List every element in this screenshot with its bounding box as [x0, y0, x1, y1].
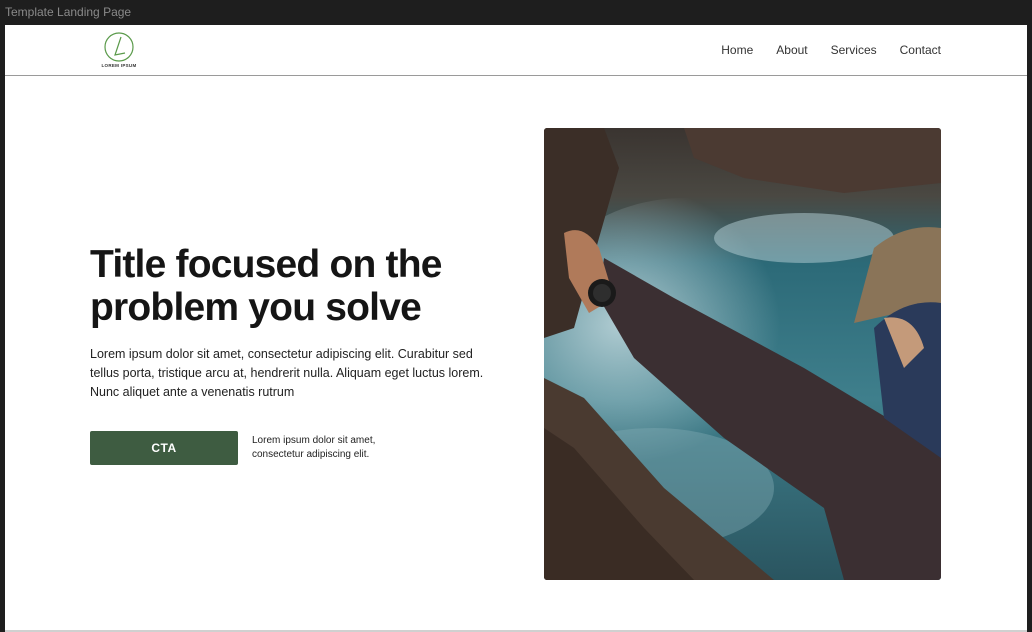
window-title: Template Landing Page	[5, 5, 132, 19]
nav-link-contact[interactable]: Contact	[900, 43, 941, 57]
navbar: LOREM IPSUM Home About Services Contact	[5, 25, 1027, 76]
hero-title-line-2: problem you solve	[90, 286, 422, 329]
logo-text: LOREM IPSUM	[101, 63, 137, 68]
window-titlebar: Template Landing Page	[0, 0, 1032, 24]
hero-image	[544, 128, 941, 580]
cta-note: Lorem ipsum dolor sit amet, consectetur …	[252, 435, 376, 460]
hero-title-line-1: Title focused on the	[90, 243, 442, 286]
logo[interactable]: LOREM IPSUM	[97, 31, 145, 71]
cta-button[interactable]: CTA	[90, 431, 238, 465]
landing-page-frame: LOREM IPSUM Home About Services Contact …	[5, 25, 1027, 632]
hero-body-text: Lorem ipsum dolor sit amet, consectetur …	[90, 347, 484, 399]
nav-link-services[interactable]: Services	[831, 43, 877, 57]
nav-link-home[interactable]: Home	[721, 43, 753, 57]
hero-title: Title focused on the problem you solve	[90, 243, 510, 329]
nav-links: Home About Services Contact	[721, 43, 941, 57]
nav-link-about[interactable]: About	[776, 43, 807, 57]
